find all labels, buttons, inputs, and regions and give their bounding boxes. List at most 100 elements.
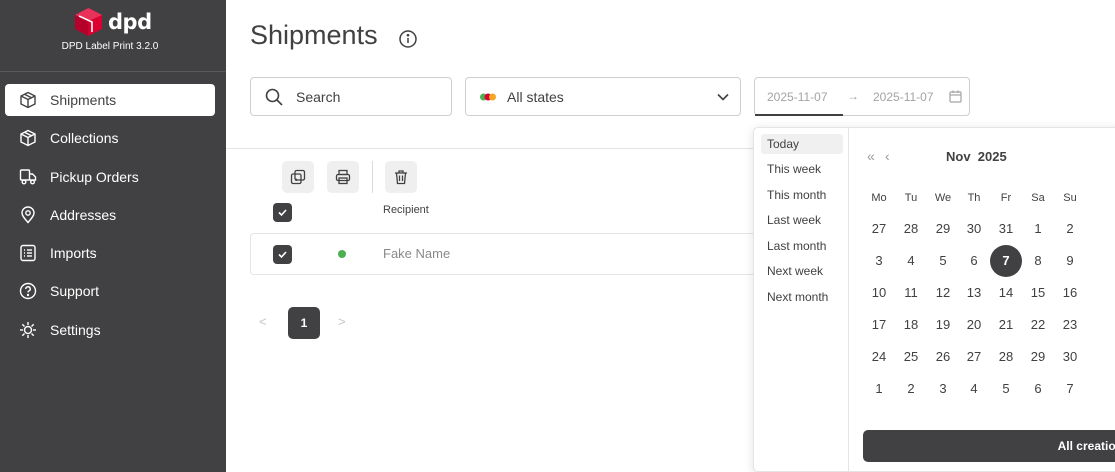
calendar-day[interactable]: 12 xyxy=(927,277,959,309)
date-from-input[interactable]: 2025-11-07 xyxy=(767,90,828,104)
weekday-label: Fr xyxy=(1000,192,1012,204)
sidebar-item-label: Addresses xyxy=(50,206,117,223)
select-all-checkbox[interactable] xyxy=(273,203,292,222)
calendar-day[interactable]: 14 xyxy=(990,277,1022,309)
calendar-day[interactable]: 29 xyxy=(1022,341,1054,373)
calendar-day[interactable]: 25 xyxy=(895,341,927,373)
app-version: DPD Label Print 3.2.0 xyxy=(61,41,159,52)
calendar-day[interactable]: 5 xyxy=(927,245,959,277)
calendar-day[interactable]: 28 xyxy=(990,341,1022,373)
copy-button[interactable] xyxy=(282,161,314,193)
sidebar-item-settings[interactable]: Settings xyxy=(5,314,215,346)
calendar-day[interactable]: 23 xyxy=(1054,309,1086,341)
calendar-day[interactable]: 1 xyxy=(863,373,895,405)
preset-next-month[interactable]: Next month xyxy=(761,287,843,307)
calendar-day[interactable]: 19 xyxy=(927,309,959,341)
sidebar-item-imports[interactable]: Imports xyxy=(5,237,215,269)
sidebar-item-shipments[interactable]: Shipments xyxy=(5,84,215,116)
printer-icon xyxy=(335,169,351,185)
pagination-page-button[interactable]: 1 xyxy=(288,307,320,339)
table-row[interactable] xyxy=(250,233,760,275)
calendar-day[interactable]: 6 xyxy=(1022,373,1054,405)
sidebar-item-collections[interactable]: Collections xyxy=(5,122,215,154)
calendar-day[interactable]: 27 xyxy=(863,213,895,245)
calendar-day[interactable]: 26 xyxy=(927,341,959,373)
calendar-day[interactable]: 10 xyxy=(863,277,895,309)
calendar-month-year[interactable]: Nov 2025 xyxy=(946,149,1007,164)
calendar-icon xyxy=(949,90,962,103)
row-checkbox[interactable] xyxy=(273,245,292,264)
print-button[interactable] xyxy=(327,161,359,193)
calendar-day[interactable]: 21 xyxy=(990,309,1022,341)
preset-this-month[interactable]: This month xyxy=(761,185,843,205)
box-icon xyxy=(18,128,38,148)
calendar-day[interactable]: 8 xyxy=(1022,245,1054,277)
list-icon xyxy=(18,243,38,263)
calendar-day[interactable]: 4 xyxy=(958,373,990,405)
info-icon[interactable] xyxy=(398,29,418,49)
sidebar-nav: Shipments Collections Pickup Orders Addr… xyxy=(5,84,215,352)
search-icon xyxy=(264,87,284,112)
toolbar-separator xyxy=(372,161,373,193)
preset-last-week[interactable]: Last week xyxy=(761,210,843,230)
sidebar-item-pickup-orders[interactable]: Pickup Orders xyxy=(5,161,215,193)
state-filter-select[interactable]: All states xyxy=(465,77,741,116)
search-input[interactable]: Search xyxy=(250,77,452,116)
prev-year-button[interactable]: « xyxy=(867,148,875,164)
calendar-day[interactable]: 27 xyxy=(958,341,990,373)
calendar-day[interactable]: 20 xyxy=(958,309,990,341)
calendar-day[interactable]: 2 xyxy=(895,373,927,405)
prev-month-button[interactable]: ‹ xyxy=(885,148,890,164)
calendar-year[interactable]: 2025 xyxy=(978,149,1007,164)
calendar-day[interactable]: 3 xyxy=(863,245,895,277)
calendar-day[interactable]: 18 xyxy=(895,309,927,341)
pagination-prev-button[interactable]: < xyxy=(259,314,267,329)
help-circle-icon xyxy=(18,281,38,301)
calendar-day[interactable]: 1 xyxy=(1022,213,1054,245)
preset-this-week[interactable]: This week xyxy=(761,159,843,179)
calendar-day[interactable]: 6 xyxy=(958,245,990,277)
calendar-day[interactable]: 4 xyxy=(895,245,927,277)
calendar-month[interactable]: Nov xyxy=(946,149,971,164)
calendar-day[interactable]: 30 xyxy=(1054,341,1086,373)
calendar-day[interactable]: 13 xyxy=(958,277,990,309)
all-creation-button[interactable]: All creation xyxy=(863,430,1115,462)
calendar-day[interactable]: 31 xyxy=(990,213,1022,245)
calendar-day[interactable]: 29 xyxy=(927,213,959,245)
delete-button[interactable] xyxy=(385,161,417,193)
preset-last-month[interactable]: Last month xyxy=(761,236,843,256)
sidebar-item-addresses[interactable]: Addresses xyxy=(5,199,215,231)
gear-icon xyxy=(18,320,38,340)
content-divider xyxy=(226,148,756,149)
calendar-day[interactable]: 28 xyxy=(895,213,927,245)
preset-today[interactable]: Today xyxy=(761,134,843,154)
calendar-day[interactable]: 5 xyxy=(990,373,1022,405)
calendar-day[interactable]: 7 xyxy=(1054,373,1086,405)
date-range-arrow: → xyxy=(847,89,859,103)
calendar-day[interactable]: 11 xyxy=(895,277,927,309)
page-title: Shipments xyxy=(250,20,378,50)
calendar-day[interactable]: 2 xyxy=(1054,213,1086,245)
preset-next-week[interactable]: Next week xyxy=(761,261,843,281)
sidebar-item-support[interactable]: Support xyxy=(5,275,215,307)
date-to-input[interactable]: 2025-11-07 xyxy=(873,90,934,104)
box-icon xyxy=(18,90,38,110)
search-placeholder: Search xyxy=(296,89,341,105)
calendar-day[interactable]: 9 xyxy=(1054,245,1086,277)
date-range-picker[interactable]: 2025-11-07 → 2025-11-07 xyxy=(754,77,970,116)
calendar-day[interactable]: 30 xyxy=(958,213,990,245)
calendar-day[interactable]: 3 xyxy=(927,373,959,405)
state-filter-value: All states xyxy=(507,89,564,105)
calendar-day[interactable]: 22 xyxy=(1022,309,1054,341)
calendar-day[interactable]: 24 xyxy=(863,341,895,373)
dpd-logo: dpd xyxy=(75,8,155,38)
calendar-day-selected[interactable]: 7 xyxy=(990,245,1022,277)
pagination-next-button[interactable]: > xyxy=(338,314,346,329)
chevron-down-icon xyxy=(717,93,729,101)
column-header-recipient[interactable]: Recipient xyxy=(383,204,429,216)
calendar-day[interactable]: 16 xyxy=(1054,277,1086,309)
calendar-day[interactable]: 15 xyxy=(1022,277,1054,309)
status-indicator xyxy=(338,250,346,258)
calendar-day[interactable]: 17 xyxy=(863,309,895,341)
check-icon xyxy=(278,251,287,259)
